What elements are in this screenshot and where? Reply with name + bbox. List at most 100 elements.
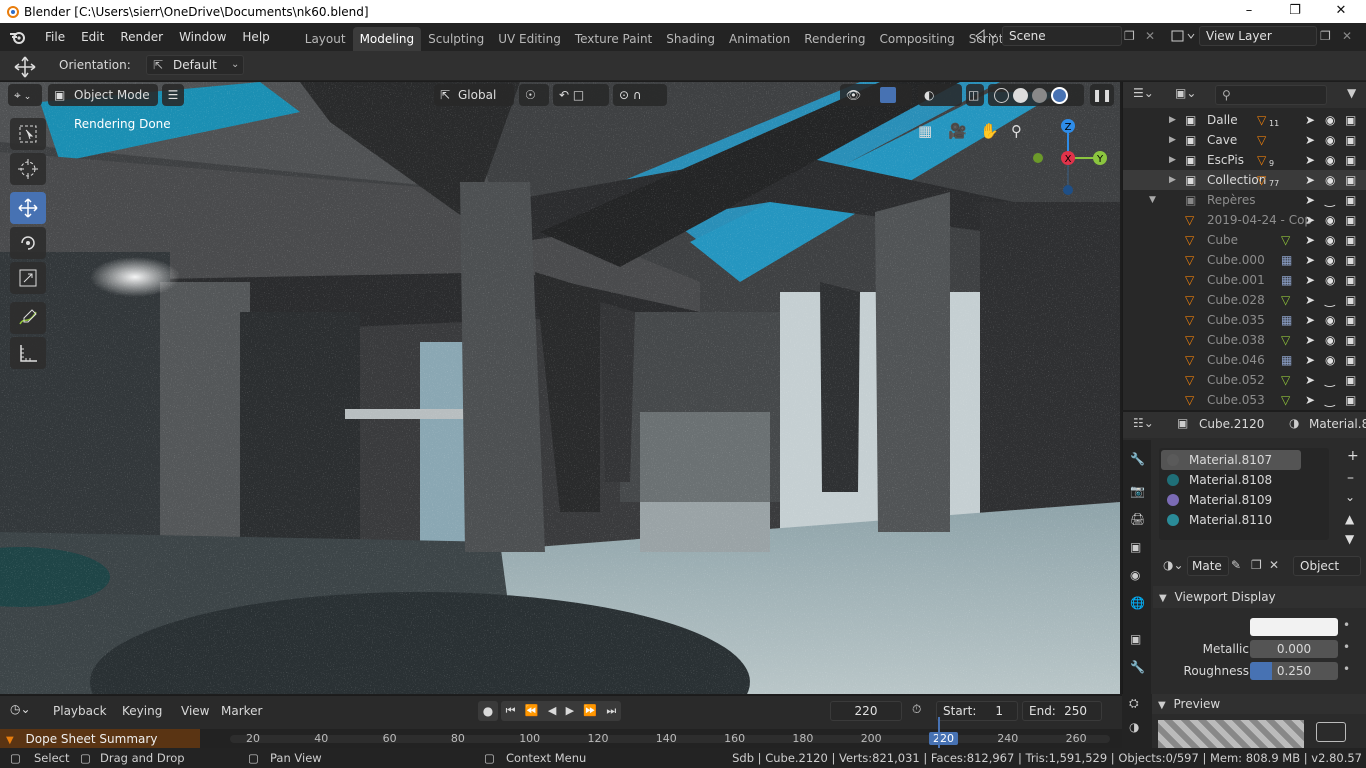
render-camera-icon[interactable]: ▣ [1345, 350, 1356, 370]
rotate-tool[interactable] [10, 227, 46, 259]
outliner-row[interactable]: ▽ Cube.035 ▦ ➤ ◉ ▣ [1123, 310, 1366, 330]
keying-menu[interactable]: Keying [122, 704, 162, 718]
minimize-button[interactable]: – [1226, 0, 1272, 23]
3d-viewport[interactable]: ⌖ ⌄ ▣ Object Mode ☰ ⇱ Global ☉ ↶ □ ⊙ ∩ 👁 … [0, 82, 1120, 694]
duplicate-material-icon[interactable]: ❐ [1251, 558, 1262, 572]
collapsed-arrow-icon[interactable]: ▶ [1169, 170, 1176, 190]
selectable-toggle-icon[interactable]: ➤ [1305, 350, 1315, 370]
render-tab-icon[interactable]: 📷 [1130, 484, 1145, 498]
color-keyframe-icon[interactable]: • [1343, 618, 1350, 632]
tab-rendering[interactable]: Rendering [797, 27, 872, 51]
link-dropdown[interactable]: Object [1293, 556, 1361, 576]
outliner-search-input[interactable]: ⚲ [1215, 85, 1327, 105]
play-reverse-icon[interactable]: ◀ [548, 701, 556, 721]
eye-icon[interactable]: ◉ [1325, 250, 1335, 270]
cursor-tool[interactable] [10, 153, 46, 185]
tab-modeling[interactable]: Modeling [352, 27, 422, 51]
outliner-row[interactable]: ▶ ▣ Collection ▽ 77 ➤ ◉ ▣ [1123, 170, 1366, 190]
outliner-row[interactable]: ▽ Cube ▽ ➤ ◉ ▣ [1123, 230, 1366, 250]
selectable-toggle-icon[interactable]: ➤ [1305, 310, 1315, 330]
xray-icon[interactable]: ◫ [966, 84, 984, 106]
tab-animation[interactable]: Animation [722, 27, 797, 51]
mode-dropdown[interactable]: ▣ Object Mode [48, 84, 158, 106]
render-camera-icon[interactable]: ▣ [1345, 370, 1356, 390]
eye-icon[interactable]: ◉ [1325, 230, 1335, 250]
fake-user-icon[interactable]: ✎ [1231, 558, 1241, 572]
material-slot-item[interactable]: Material.8108 [1161, 470, 1301, 490]
eye-icon[interactable]: ◉ [1325, 330, 1335, 350]
record-button[interactable]: ● [478, 701, 498, 721]
tab-compositing[interactable]: Compositing [872, 27, 961, 51]
play-icon[interactable]: ▶ [566, 701, 574, 721]
menu-toggle-icon[interactable]: ☰ [162, 84, 184, 106]
selectable-toggle-icon[interactable]: ➤ [1305, 150, 1315, 170]
tab-uv-editing[interactable]: UV Editing [491, 27, 568, 51]
selectable-toggle-icon[interactable]: ➤ [1305, 210, 1315, 230]
render-camera-icon[interactable]: ▣ [1345, 170, 1356, 190]
expanded-arrow-icon[interactable]: ▼ [1149, 190, 1156, 210]
selectable-toggle-icon[interactable]: ➤ [1305, 190, 1315, 210]
roughness-slider[interactable]: 0.250 [1250, 662, 1338, 680]
eye-icon[interactable]: ◉ [1325, 150, 1335, 170]
display-mode-icon[interactable]: ▣⌄ [1175, 86, 1196, 100]
jump-start-icon[interactable]: ⏮ [506, 701, 516, 721]
outliner-row[interactable]: ▽ Cube.046 ▦ ➤ ◉ ▣ [1123, 350, 1366, 370]
wireframe-shading-icon[interactable] [994, 87, 1009, 103]
selectable-toggle-icon[interactable]: ➤ [1305, 230, 1315, 250]
overlay-icon[interactable]: ◐ [918, 84, 962, 106]
view-layer-icon[interactable] [1170, 28, 1196, 44]
copy-view-layer-icon[interactable]: ❐ [1320, 29, 1331, 43]
render-camera-icon[interactable]: ▣ [1345, 230, 1356, 250]
menu-file[interactable]: File [37, 30, 73, 44]
viewport-display-panel-header[interactable]: ▼ Viewport Display [1153, 586, 1366, 608]
copy-scene-icon[interactable]: ❐ [1124, 29, 1135, 43]
eye-icon[interactable]: ◉ [1325, 350, 1335, 370]
eye-icon[interactable]: ◉ [1325, 210, 1335, 230]
outliner-row[interactable]: ▽ Cube.053 ▽ ➤ ‿ ▣ [1123, 390, 1366, 410]
eye-closed-icon[interactable]: ‿ [1325, 290, 1335, 310]
collapsed-arrow-icon[interactable]: ▶ [1169, 150, 1176, 170]
eye-icon[interactable]: ◉ [1325, 270, 1335, 290]
outliner-row[interactable]: ▶ ▣ Cave ▽ ➤ ◉ ▣ [1123, 130, 1366, 150]
visibility-icon[interactable]: 👁 [840, 84, 912, 106]
tab-texture-paint[interactable]: Texture Paint [568, 27, 659, 51]
material-shading-icon[interactable] [1032, 87, 1047, 103]
material-slot-item[interactable]: Material.8110 [1161, 510, 1301, 530]
remove-slot-button[interactable]: – [1347, 470, 1354, 486]
eye-icon[interactable]: ◉ [1325, 310, 1335, 330]
neg-y-axis-handle[interactable] [1033, 153, 1043, 163]
eye-icon[interactable]: ◉ [1325, 110, 1335, 130]
material-browse-icon[interactable]: ◑⌄ [1163, 558, 1184, 572]
selectable-toggle-icon[interactable]: ➤ [1305, 170, 1315, 190]
preview-sphere-button[interactable] [1316, 722, 1346, 742]
render-camera-icon[interactable]: ▣ [1345, 270, 1356, 290]
modifier-tab-icon[interactable]: 🔧 [1130, 660, 1145, 674]
move-tool[interactable] [10, 192, 46, 224]
slot-menu-icon[interactable]: ⌄ [1345, 490, 1355, 504]
menu-render[interactable]: Render [112, 30, 171, 44]
world-tab-icon[interactable]: 🌐 [1130, 596, 1145, 610]
delete-scene-icon[interactable]: ✕ [1145, 29, 1155, 43]
render-camera-icon[interactable]: ▣ [1345, 130, 1356, 150]
selectable-toggle-icon[interactable]: ➤ [1305, 290, 1315, 310]
object-tab-icon[interactable]: ▣ [1130, 632, 1141, 646]
move-slot-down-icon[interactable]: ▼ [1345, 532, 1354, 546]
output-tab-icon[interactable]: 🖨 [1130, 512, 1145, 526]
current-frame-field[interactable]: 220 [830, 701, 902, 721]
selectable-toggle-icon[interactable]: ➤ [1305, 370, 1315, 390]
render-camera-icon[interactable]: ▣ [1345, 190, 1356, 210]
selectable-toggle-icon[interactable]: ➤ [1305, 110, 1315, 130]
maximize-button[interactable]: ❐ [1272, 0, 1318, 23]
render-camera-icon[interactable]: ▣ [1345, 250, 1356, 270]
jump-end-icon[interactable]: ⏭ [606, 701, 616, 721]
tool-tab-icon[interactable]: 🔧 [1130, 452, 1145, 466]
outliner-row[interactable]: ▶ ▣ EscPis ▽ 9 ➤ ◉ ▣ [1123, 150, 1366, 170]
preview-panel-header[interactable]: ▼ Preview [1152, 694, 1366, 714]
unlink-material-icon[interactable]: ✕ [1269, 558, 1279, 572]
grid-toggle-icon[interactable]: ▦ [918, 122, 932, 140]
end-frame-field[interactable]: End: 250 [1022, 701, 1102, 721]
render-camera-icon[interactable]: ▣ [1345, 330, 1356, 350]
outliner-row[interactable]: ▽ Cube.052 ▽ ➤ ‿ ▣ [1123, 370, 1366, 390]
material-tab-icon[interactable]: ◑ [1129, 720, 1139, 734]
add-slot-button[interactable]: + [1347, 448, 1359, 464]
